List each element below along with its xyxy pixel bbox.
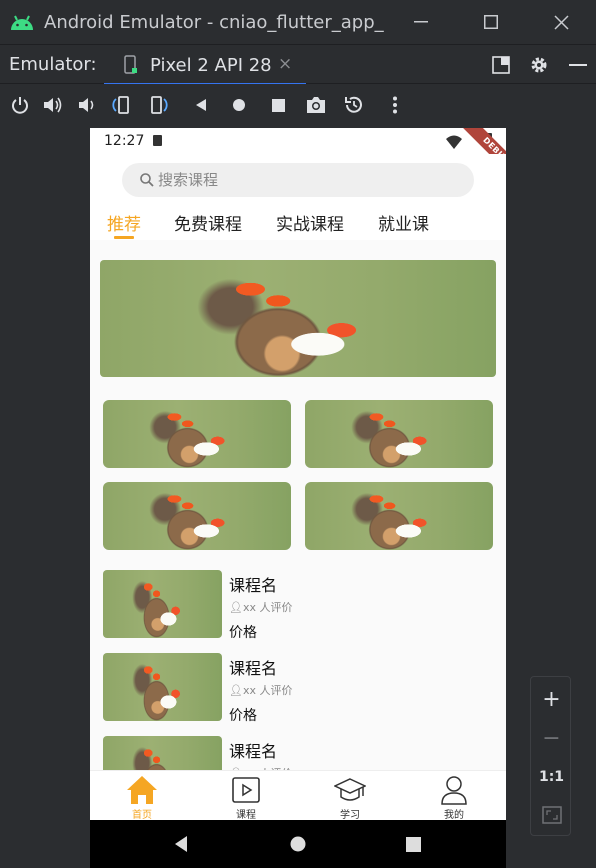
course-rating: 👤︎xx 人评价 bbox=[229, 601, 293, 614]
overview-icon[interactable] bbox=[403, 834, 423, 854]
hide-panel-icon[interactable] bbox=[566, 53, 590, 77]
tab-close-icon[interactable]: × bbox=[278, 54, 292, 74]
course-name: 课程名 bbox=[229, 659, 278, 678]
grid-image[interactable] bbox=[305, 482, 493, 550]
rotate-left-icon[interactable] bbox=[110, 94, 132, 116]
search-bar[interactable] bbox=[122, 163, 474, 197]
tab-career-courses[interactable]: 就业课 bbox=[378, 210, 429, 235]
battery-icon bbox=[484, 133, 492, 147]
emulator-label: Emulator: bbox=[9, 54, 97, 75]
nav-courses-label: 课程 bbox=[236, 810, 256, 821]
course-rating: 👤︎xx 人评价 bbox=[229, 684, 293, 697]
active-tab-indicator bbox=[114, 236, 134, 239]
gear-icon[interactable] bbox=[527, 53, 551, 77]
nav-home-label: 首页 bbox=[132, 810, 152, 821]
home-icon bbox=[126, 774, 158, 806]
tab-recommend[interactable]: 推荐 bbox=[107, 210, 141, 235]
wifi-icon bbox=[446, 134, 462, 153]
overview-icon[interactable] bbox=[267, 94, 289, 116]
category-tabs: 推荐 免费课程 实战课程 就业课 bbox=[90, 210, 506, 240]
tab-practical-courses[interactable]: 实战课程 bbox=[276, 210, 344, 235]
volume-down-icon[interactable] bbox=[76, 94, 98, 116]
emulator-toolbar bbox=[0, 84, 596, 126]
back-icon[interactable] bbox=[171, 834, 191, 854]
video-course-icon bbox=[231, 774, 261, 806]
layout-toggle-icon[interactable] bbox=[489, 53, 513, 77]
grid-image[interactable] bbox=[103, 482, 291, 550]
power-icon[interactable] bbox=[9, 94, 31, 116]
device-screen: 12:27 DEBUG 推荐 免费课程 实战课程 就业课 课程名 👤︎xx 人 bbox=[90, 128, 506, 868]
graduation-cap-icon bbox=[334, 774, 366, 806]
rotate-right-icon[interactable] bbox=[148, 94, 170, 116]
nav-study[interactable]: 学习 bbox=[298, 771, 402, 821]
status-time: 12:27 bbox=[104, 133, 145, 149]
nav-courses[interactable]: 课程 bbox=[194, 771, 298, 821]
tab-free-courses[interactable]: 免费课程 bbox=[174, 210, 242, 235]
bottom-navigation: 首页 课程 学习 我的 bbox=[90, 770, 506, 821]
emulator-tabbar: Emulator: Pixel 2 API 28 × bbox=[0, 44, 596, 86]
zoom-actual-size-button[interactable]: 1:1 bbox=[531, 759, 572, 795]
zoom-out-button[interactable]: − bbox=[531, 720, 572, 756]
person-icon: 👤︎ bbox=[229, 601, 243, 614]
zoom-in-button[interactable]: + bbox=[531, 681, 572, 717]
banner-image[interactable] bbox=[100, 260, 496, 377]
system-navigation-bar bbox=[90, 820, 506, 868]
nav-mine[interactable]: 我的 bbox=[402, 771, 506, 821]
grid-image[interactable] bbox=[103, 400, 291, 468]
nav-mine-label: 我的 bbox=[444, 810, 464, 821]
tab-pixel-2[interactable]: Pixel 2 API 28 × bbox=[104, 45, 306, 86]
search-icon bbox=[139, 172, 155, 188]
grid-image[interactable] bbox=[305, 400, 493, 468]
back-icon[interactable] bbox=[190, 94, 212, 116]
course-list-item[interactable]: 课程名 👤︎xx 人评价 价格 bbox=[103, 653, 483, 724]
user-icon bbox=[440, 774, 468, 806]
search-input[interactable] bbox=[158, 171, 458, 189]
snapshot-icon[interactable] bbox=[343, 94, 365, 116]
fit-screen-icon[interactable] bbox=[531, 797, 572, 833]
sd-card-icon bbox=[153, 135, 162, 146]
app-header: 推荐 免费课程 实战课程 就业课 bbox=[90, 154, 506, 240]
zoom-panel: + − 1:1 bbox=[530, 676, 571, 836]
course-name: 课程名 bbox=[229, 742, 278, 761]
course-price: 价格 bbox=[229, 625, 257, 641]
course-list-item[interactable]: 课程名 👤︎xx 人评价 价格 bbox=[103, 570, 483, 641]
tab-label: Pixel 2 API 28 bbox=[150, 54, 272, 76]
course-name: 课程名 bbox=[229, 576, 278, 595]
maximize-button[interactable] bbox=[456, 0, 526, 44]
window-titlebar: Android Emulator - cniao_flutter_app_r bbox=[0, 0, 596, 44]
minimize-button[interactable] bbox=[386, 0, 456, 44]
screenshot-icon[interactable] bbox=[305, 94, 327, 116]
person-icon: 👤︎ bbox=[229, 684, 243, 697]
volume-up-icon[interactable] bbox=[42, 94, 64, 116]
course-thumbnail bbox=[103, 653, 222, 721]
phone-device-icon bbox=[124, 55, 138, 79]
nav-home[interactable]: 首页 bbox=[90, 771, 194, 821]
window-title: Android Emulator - cniao_flutter_app_r bbox=[44, 11, 384, 33]
more-icon[interactable] bbox=[384, 94, 406, 116]
status-bar: 12:27 bbox=[90, 128, 506, 154]
android-logo-icon bbox=[0, 0, 44, 44]
nav-study-label: 学习 bbox=[340, 810, 360, 821]
home-icon[interactable] bbox=[228, 94, 250, 116]
home-icon[interactable] bbox=[288, 834, 308, 854]
course-price: 价格 bbox=[229, 708, 257, 724]
course-thumbnail bbox=[103, 570, 222, 638]
close-button[interactable] bbox=[526, 0, 596, 44]
